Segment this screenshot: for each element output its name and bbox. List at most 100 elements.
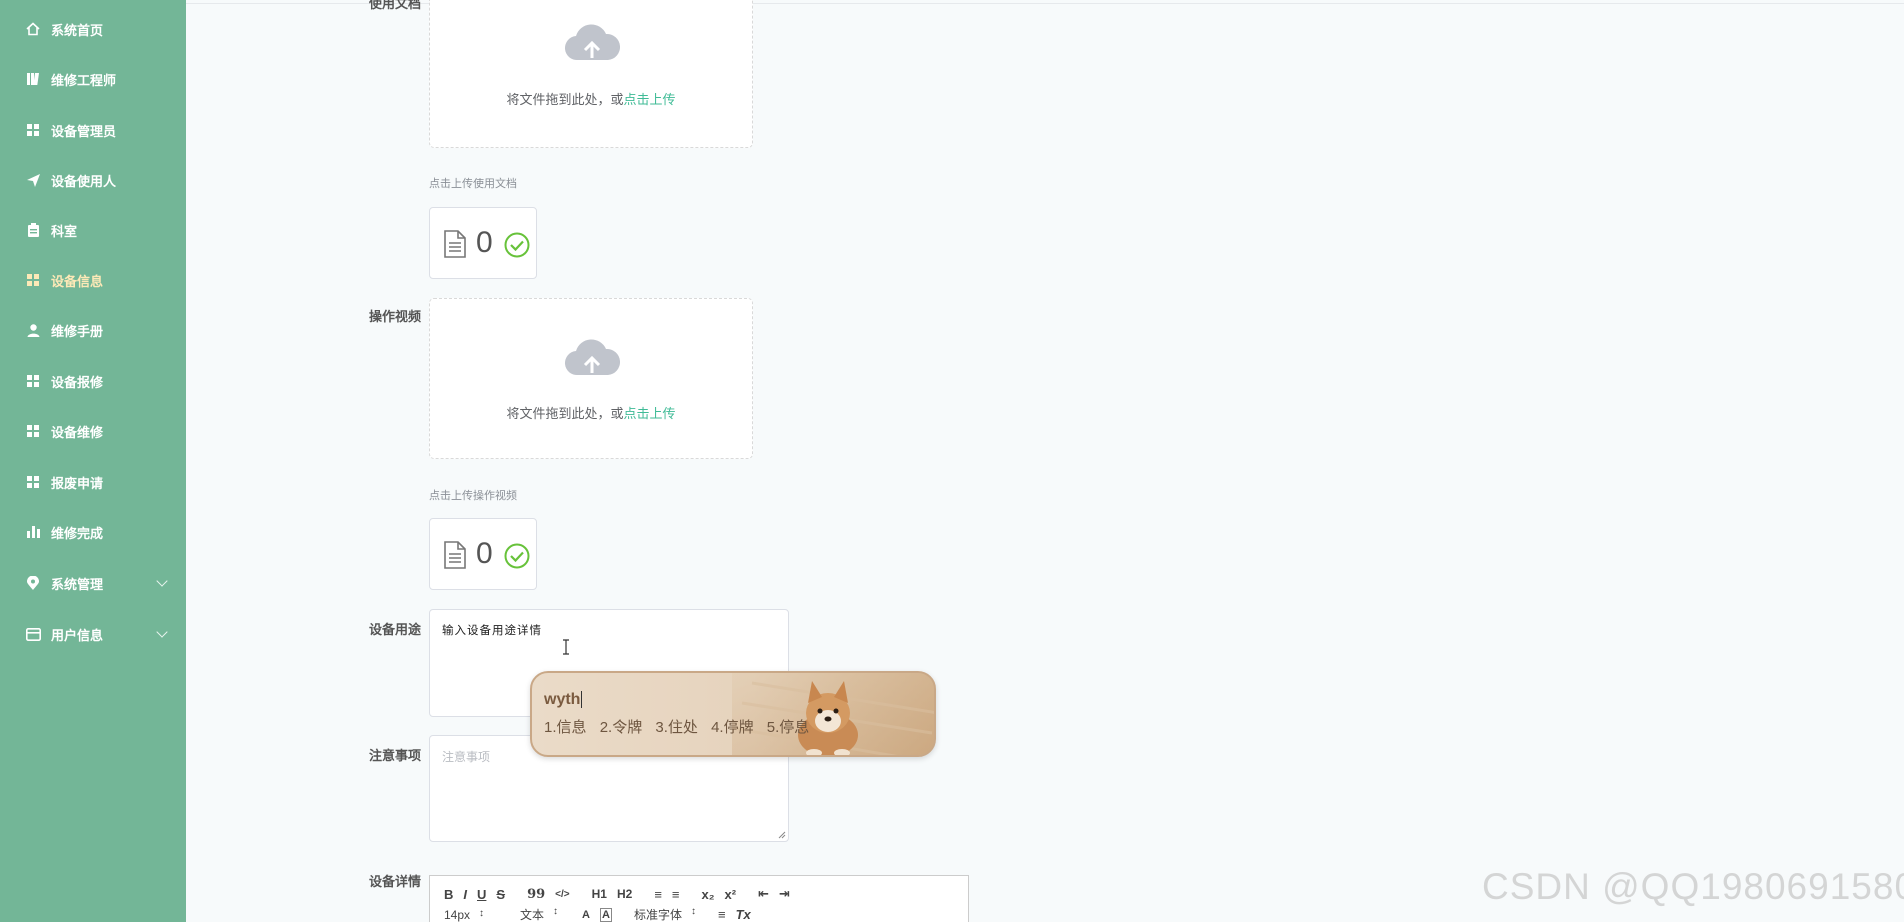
sidebar-item-label: 设备报修: [51, 374, 104, 390]
ime-candidate[interactable]: 4.停牌: [711, 719, 754, 736]
grid-icon: [25, 423, 41, 439]
ordered-list-button[interactable]: ≡: [654, 887, 662, 902]
sidebar-item-label: 设备维修: [51, 424, 104, 440]
bold-button[interactable]: B: [444, 887, 453, 902]
sidebar-item-department[interactable]: 科室: [0, 210, 186, 250]
send-icon: [25, 172, 41, 188]
check-circle-icon: [504, 543, 530, 569]
background-color-button[interactable]: A: [600, 907, 612, 922]
underline-button[interactable]: U: [477, 887, 486, 902]
code-block-button[interactable]: </>: [555, 889, 569, 900]
sidebar-item-label: 维修完成: [51, 525, 104, 541]
doc-upload-hint: 点击上传使用文档: [429, 178, 517, 190]
ime-input-text: wyth: [544, 691, 583, 709]
sidebar-item-label: 系统管理: [51, 576, 104, 592]
heading1-button[interactable]: H1: [592, 887, 607, 901]
sidebar-item-scrap-request[interactable]: 报废申请: [0, 462, 186, 502]
click-upload-link[interactable]: 点击上传: [624, 406, 676, 421]
ime-candidate[interactable]: 5.停息: [767, 719, 810, 736]
usage-label: 设备用途: [369, 622, 422, 637]
file-icon: [444, 230, 466, 258]
doc-file-status: 0: [429, 207, 537, 279]
ime-candidate[interactable]: 1.信息: [544, 719, 587, 736]
watermark: CSDN @QQ1980691580: [1482, 866, 1904, 907]
clipboard-icon: [25, 222, 41, 238]
heading2-button[interactable]: H2: [617, 887, 632, 901]
sidebar-item-label: 设备信息: [51, 273, 104, 289]
home-icon: [25, 21, 41, 37]
upload-cloud-icon: [565, 24, 620, 61]
sidebar-item-device-user[interactable]: 设备使用人: [0, 160, 186, 200]
ime-candidate[interactable]: 2.令牌: [600, 719, 643, 736]
sidebar-item-label: 用户信息: [51, 627, 104, 643]
sidebar-item-repair[interactable]: 设备维修: [0, 411, 186, 451]
video-file-status: 0: [429, 518, 537, 590]
details-label: 设备详情: [369, 874, 422, 889]
sidebar-item-label: 科室: [51, 223, 78, 239]
video-upload-hint: 点击上传操作视频: [429, 490, 517, 502]
bullet-list-button[interactable]: ≡: [672, 887, 680, 902]
grid-icon: [25, 122, 41, 138]
rich-text-editor[interactable]: B I U S 99 </> H1 H2 ≡ ≡ x₂ x² ⇤ ⇥ 14px …: [429, 875, 969, 922]
doc-upload-dropzone[interactable]: 将文件拖到此处，或点击上传: [429, 0, 753, 148]
sidebar-item-system-admin[interactable]: 系统管理: [0, 563, 186, 603]
editor-toolbar-row2: 14px 文本 A A 标准字体 ≡ Tx: [444, 906, 761, 922]
grid-icon: [25, 474, 41, 490]
text-type-select[interactable]: 文本: [520, 906, 558, 922]
sidebar-item-label: 维修手册: [51, 323, 104, 339]
dropzone-text: 将文件拖到此处，或点击上传: [506, 406, 676, 421]
chevron-down-icon: [156, 626, 168, 638]
sidebar-item-manual[interactable]: 维修手册: [0, 310, 186, 350]
sidebar-item-label: 设备使用人: [51, 173, 117, 189]
indent-button[interactable]: ⇥: [779, 886, 790, 902]
video-label: 操作视频: [369, 309, 422, 324]
upload-cloud-icon: [565, 339, 620, 376]
italic-button[interactable]: I: [463, 887, 467, 902]
sidebar-item-repair-done[interactable]: 维修完成: [0, 512, 186, 552]
editor-toolbar-row1: B I U S 99 </> H1 H2 ≡ ≡ x₂ x² ⇤ ⇥: [444, 886, 800, 902]
notes-label: 注意事项: [369, 748, 422, 763]
clear-format-button[interactable]: Tx: [736, 907, 751, 922]
dropzone-text: 将文件拖到此处，或点击上传: [506, 92, 676, 107]
superscript-button[interactable]: x²: [725, 887, 737, 902]
resize-handle-icon[interactable]: [778, 831, 786, 839]
font-color-button[interactable]: A: [582, 909, 590, 921]
sidebar-item-home[interactable]: 系统首页: [0, 9, 186, 49]
sidebar-item-repair-request[interactable]: 设备报修: [0, 361, 186, 401]
sidebar-item-label: 设备管理员: [51, 123, 117, 139]
chevron-down-icon: [156, 575, 168, 587]
sidebar-item-label: 系统首页: [51, 22, 104, 38]
sidebar-item-user-info[interactable]: 用户信息: [0, 614, 186, 654]
sidebar-item-engineer[interactable]: 维修工程师: [0, 59, 186, 99]
sidebar-item-label: 报废申请: [51, 475, 104, 491]
font-family-select[interactable]: 标准字体: [634, 906, 696, 922]
sidebar-item-device-info[interactable]: 设备信息: [0, 260, 186, 300]
doc-label: 使用文档: [369, 0, 422, 11]
file-count: 0: [476, 537, 493, 570]
sidebar-item-label: 维修工程师: [51, 72, 117, 88]
align-button[interactable]: ≡: [718, 907, 726, 922]
outdent-button[interactable]: ⇤: [758, 886, 769, 902]
book-icon: [25, 71, 41, 87]
blockquote-button[interactable]: 99: [527, 887, 545, 902]
subscript-button[interactable]: x₂: [702, 887, 715, 902]
click-upload-link[interactable]: 点击上传: [624, 92, 676, 107]
sidebar-item-device-admin[interactable]: 设备管理员: [0, 110, 186, 150]
sidebar: 系统首页 维修工程师 设备管理员 设备使用人 科室 设备信息 维修手册 设备报修: [0, 0, 186, 922]
strike-button[interactable]: S: [496, 887, 505, 902]
ime-candidate-popup: wyth 1.信息 2.令牌 3.住处 4.停牌 5.停息: [530, 671, 936, 757]
ime-candidates: 1.信息 2.令牌 3.住处 4.停牌 5.停息: [544, 716, 818, 737]
usage-value: 输入设备用途详情: [442, 623, 542, 637]
card-icon: [25, 626, 41, 642]
grid-icon: [25, 373, 41, 389]
dog-icon: [732, 673, 934, 755]
bar-chart-icon: [25, 524, 41, 540]
user-icon: [25, 322, 41, 338]
file-count: 0: [476, 226, 493, 259]
text-cursor-icon: [563, 639, 569, 655]
check-circle-icon: [504, 232, 530, 258]
video-upload-dropzone[interactable]: 将文件拖到此处，或点击上传: [429, 298, 753, 459]
grid-icon: [25, 272, 41, 288]
ime-candidate[interactable]: 3.住处: [655, 719, 698, 736]
font-size-select[interactable]: 14px: [444, 908, 484, 922]
